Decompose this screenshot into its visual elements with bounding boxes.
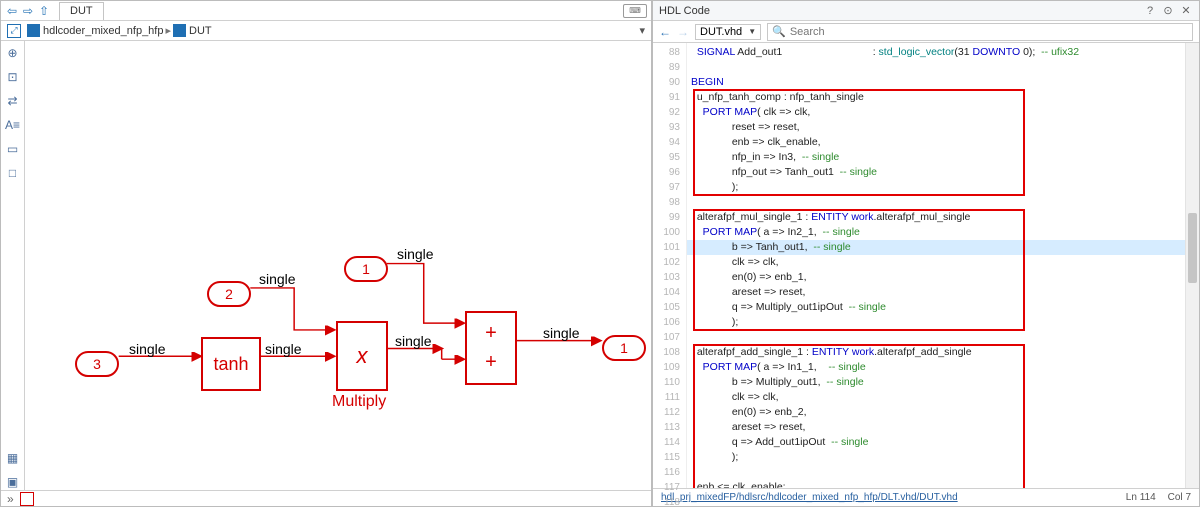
hdl-title-bar: HDL Code ? ⊙ ✕	[653, 1, 1199, 21]
signal-type-in3: single	[129, 341, 166, 357]
nav-forward-icon[interactable]: ⇨	[21, 4, 35, 18]
hdl-title-text: HDL Code	[659, 5, 710, 17]
vertical-scrollbar[interactable]	[1185, 43, 1199, 488]
record-icon[interactable]: ▣	[5, 474, 21, 490]
caret-down-icon: ▼	[748, 27, 756, 36]
signal-wires	[25, 41, 651, 490]
model-tabbar: ⇦ ⇨ ⇧ DUT ⌨	[1, 1, 651, 21]
mini-overview-icon[interactable]	[20, 492, 34, 506]
swap-icon[interactable]: ⇄	[5, 93, 21, 109]
zoom-in-icon[interactable]: ⊕	[5, 45, 21, 61]
expand-icon[interactable]: »	[7, 492, 14, 506]
camera-icon[interactable]: ▦	[5, 450, 21, 466]
code-forward-icon[interactable]: →	[677, 25, 689, 39]
help-icon[interactable]: ?	[1143, 4, 1157, 18]
tanh-block[interactable]: tanh	[201, 337, 261, 391]
simulink-pane: ⇦ ⇨ ⇧ DUT ⌨ ⤢ hdlcoder_mixed_nfp_hfp ▸ D…	[0, 0, 652, 507]
status-path[interactable]: hdl_prj_mixedFP/hdlsrc/hdlcoder_mixed_nf…	[661, 492, 1114, 503]
model-tab[interactable]: DUT	[59, 2, 104, 20]
search-field[interactable]: 🔍	[767, 23, 1193, 41]
caret-line: Ln 114	[1126, 492, 1156, 503]
caret-col: Col 7	[1168, 492, 1191, 503]
breadcrumb-label-1: DUT	[189, 25, 212, 37]
model-icon	[27, 24, 40, 37]
annotation-icon[interactable]: A≡	[5, 117, 21, 133]
breadcrumb-dropdown-icon[interactable]: ▾	[639, 24, 645, 37]
hdl-statusbar: hdl_prj_mixedFP/hdlsrc/hdlcoder_mixed_nf…	[653, 488, 1199, 506]
model-canvas[interactable]: 3 2 1 1 tanh x Multiply + + single singl…	[25, 41, 651, 490]
search-input[interactable]	[790, 26, 1188, 38]
multiply-block[interactable]: x	[336, 321, 388, 391]
blank-icon[interactable]: □	[5, 165, 21, 181]
scroll-thumb[interactable]	[1188, 213, 1197, 283]
file-dropdown[interactable]: DUT.vhd ▼	[695, 24, 761, 40]
search-icon: 🔍	[772, 25, 786, 38]
signal-type-in2: single	[259, 271, 296, 287]
inport-2[interactable]: 2	[207, 281, 251, 307]
keyboard-icon[interactable]: ⌨	[623, 4, 647, 18]
nav-up-icon[interactable]: ⇧	[37, 4, 51, 18]
simulink-statusbar: »	[1, 490, 651, 506]
fit-to-view-button[interactable]: ⤢	[7, 24, 21, 38]
hdl-code-pane: HDL Code ? ⊙ ✕ ← → DUT.vhd ▼ 🔍 888990919…	[652, 0, 1200, 507]
multiply-label: Multiply	[332, 393, 386, 411]
code-view[interactable]: SIGNAL Add_out1 : std_logic_vector(31 DO…	[687, 43, 1185, 488]
code-back-icon[interactable]: ←	[659, 25, 671, 39]
signal-type-in1: single	[397, 246, 434, 262]
hdl-toolbar: ← → DUT.vhd ▼ 🔍	[653, 21, 1199, 43]
gear-icon[interactable]: ⊙	[1161, 4, 1175, 18]
inport-3[interactable]: 3	[75, 351, 119, 377]
close-icon[interactable]: ✕	[1179, 4, 1193, 18]
subsystem-icon	[173, 24, 186, 37]
zoom-select-icon[interactable]: ⊡	[5, 69, 21, 85]
image-icon[interactable]: ▭	[5, 141, 21, 157]
outport-1[interactable]: 1	[602, 335, 646, 361]
breadcrumb-leaf[interactable]: DUT	[173, 24, 212, 37]
signal-type-mul: single	[395, 333, 432, 349]
signal-type-tanh: single	[265, 341, 302, 357]
breadcrumb-sep-icon: ▸	[165, 24, 171, 37]
tool-palette: ⊕ ⊡ ⇄ A≡ ▭ □ ▦ ▣	[1, 41, 25, 490]
nav-back-icon[interactable]: ⇦	[5, 4, 19, 18]
line-number-gutter: 8889909192939495969798991001011021031041…	[653, 43, 687, 488]
file-name: DUT.vhd	[700, 26, 742, 38]
signal-type-out: single	[543, 325, 580, 341]
breadcrumb: hdlcoder_mixed_nfp_hfp ▸ DUT	[27, 24, 212, 37]
breadcrumb-bar: ⤢ hdlcoder_mixed_nfp_hfp ▸ DUT ▾	[1, 21, 651, 41]
breadcrumb-label-0: hdlcoder_mixed_nfp_hfp	[43, 25, 163, 37]
add-block[interactable]: + +	[465, 311, 517, 385]
breadcrumb-root[interactable]: hdlcoder_mixed_nfp_hfp	[27, 24, 163, 37]
inport-1[interactable]: 1	[344, 256, 388, 282]
